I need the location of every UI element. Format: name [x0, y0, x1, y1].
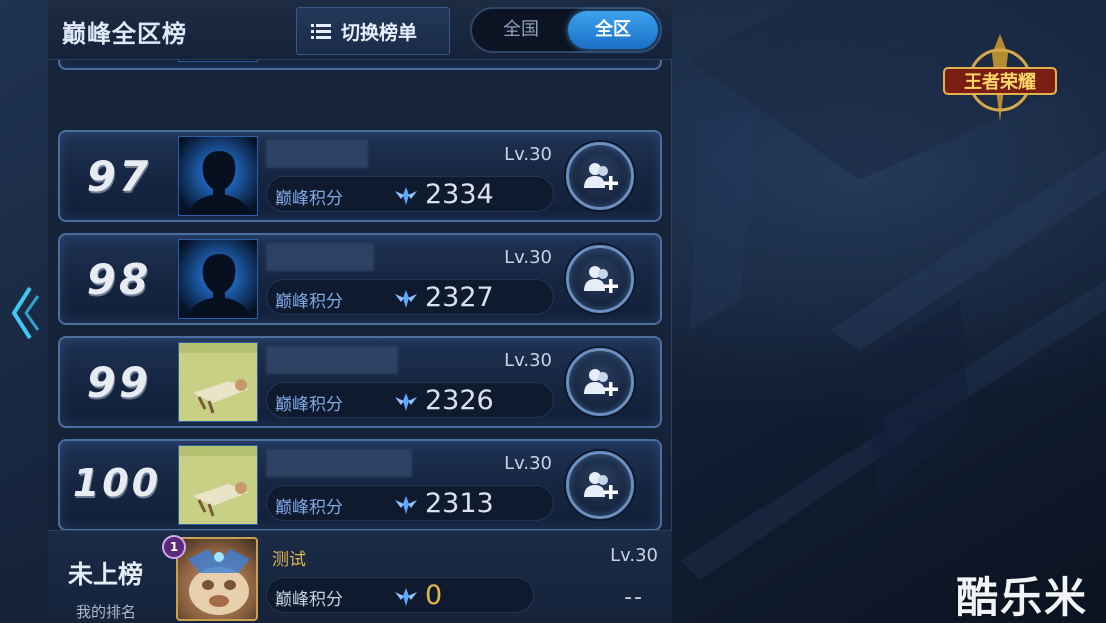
player-avatar[interactable]: [178, 239, 258, 319]
rank-number: 98: [86, 255, 152, 304]
watermark: 酷乐米: [956, 573, 1089, 622]
my-rank-value: --: [624, 585, 644, 610]
add-friend-button[interactable]: [566, 348, 634, 416]
score-value: 2313: [425, 488, 494, 519]
player-level: Lv.30: [504, 144, 552, 165]
tab-zone[interactable]: 全区: [568, 11, 658, 49]
player-level: Lv.30: [504, 453, 552, 474]
player-avatar[interactable]: [178, 445, 258, 525]
score-value: 2327: [425, 282, 494, 313]
leaderboard-row[interactable]: 100 Lv.30 巅峰积分 2313: [58, 439, 662, 531]
score-value: 2334: [425, 179, 494, 210]
my-player-name: 测试: [272, 550, 306, 570]
leaderboard-row[interactable]: 98 Lv.30 巅峰积分 2327: [58, 233, 662, 325]
peak-wings-icon: [395, 290, 417, 308]
my-rank-bar: 未上榜 我的排名 1 测试 Lv.30 巅峰积分 0 --: [48, 530, 672, 623]
add-friend-icon: [584, 266, 618, 293]
peak-wings-icon: [395, 588, 417, 606]
scope-toggle: 全国 全区: [470, 7, 662, 53]
player-name-redacted: [266, 243, 374, 271]
rank-number: 100: [72, 461, 162, 505]
add-friend-button[interactable]: [566, 142, 634, 210]
add-friend-button[interactable]: [566, 451, 634, 519]
add-friend-icon: [584, 163, 618, 190]
back-arrow-icon[interactable]: [8, 284, 42, 342]
score-label: 巅峰积分: [275, 590, 343, 610]
leaderboard-row[interactable]: 97 Lv.30 巅峰积分 2334: [58, 130, 662, 222]
game-logo: 王者荣耀: [938, 30, 1062, 126]
score-pill: 巅峰积分 2326: [266, 382, 554, 418]
score-value: 2326: [425, 385, 494, 416]
list-icon: [311, 24, 331, 39]
player-avatar[interactable]: [178, 342, 258, 422]
add-friend-icon: [584, 369, 618, 396]
my-score-pill: 巅峰积分 0: [266, 577, 534, 613]
peak-wings-icon: [395, 187, 417, 205]
my-level-badge: 1: [162, 535, 186, 559]
score-label: 巅峰积分: [275, 498, 343, 518]
my-rank-status: 未上榜: [68, 560, 144, 589]
score-pill: 巅峰积分 2313: [266, 485, 554, 521]
page-title: 巅峰全区榜: [62, 20, 187, 48]
player-name-redacted: [266, 449, 412, 477]
peak-wings-icon: [395, 393, 417, 411]
my-level: Lv.30: [610, 545, 658, 566]
score-label: 巅峰积分: [275, 189, 343, 209]
rank-number: 99: [86, 358, 152, 407]
tab-national[interactable]: 全国: [476, 11, 566, 49]
rank-number: 97: [86, 152, 152, 201]
score-value: 0: [425, 580, 443, 611]
score-label: 巅峰积分: [275, 292, 343, 312]
switch-list-button[interactable]: 切换榜单: [296, 7, 450, 55]
my-avatar[interactable]: [176, 537, 258, 621]
peak-wings-icon: [395, 496, 417, 514]
logo-text: 王者荣耀: [964, 71, 1036, 93]
player-level: Lv.30: [504, 247, 552, 268]
score-pill: 巅峰积分 2334: [266, 176, 554, 212]
player-name-redacted: [266, 140, 368, 168]
add-friend-button[interactable]: [566, 245, 634, 313]
player-avatar[interactable]: [178, 136, 258, 216]
score-pill: 巅峰积分 2327: [266, 279, 554, 315]
switch-list-label: 切换榜单: [341, 21, 418, 44]
leaderboard-header: 巅峰全区榜 切换榜单 全国 全区: [48, 0, 672, 60]
score-label: 巅峰积分: [275, 395, 343, 415]
player-level: Lv.30: [504, 350, 552, 371]
player-name-redacted: [266, 346, 398, 374]
add-friend-icon: [584, 472, 618, 499]
leaderboard-row[interactable]: 99 Lv.30 巅峰积分 2326: [58, 336, 662, 428]
my-rank-caption: 我的排名: [76, 603, 137, 621]
